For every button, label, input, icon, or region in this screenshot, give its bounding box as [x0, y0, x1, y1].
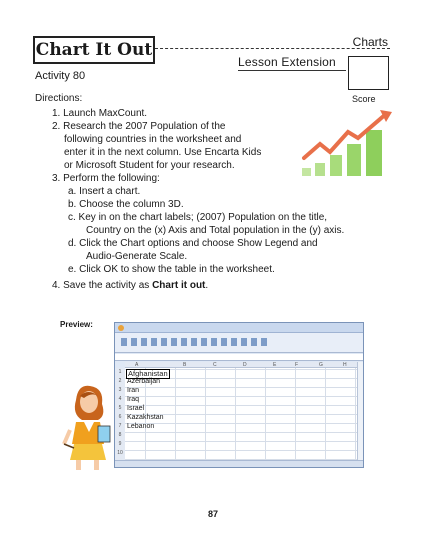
toolbar-icons — [121, 338, 271, 346]
lesson-divider — [238, 70, 346, 71]
spreadsheet-preview: A B C D E F G H 1 2 3 4 5 6 7 8 9 10 Afg… — [114, 322, 364, 468]
country-cell[interactable]: Iran — [127, 387, 139, 395]
step-4-suffix: . — [205, 280, 209, 291]
country-cell[interactable]: Iraq — [127, 396, 139, 404]
teacher-illustration — [62, 385, 111, 470]
window-titlebar — [115, 323, 363, 333]
row-number: 8 — [118, 432, 122, 438]
row-number: 9 — [118, 441, 122, 447]
step-4-filename: Chart it out — [152, 280, 206, 291]
step-3b: b. Choose the column 3D. — [68, 199, 184, 210]
row-number: 4 — [118, 396, 122, 402]
row-number: 3 — [118, 387, 122, 393]
row-number: 7 — [118, 423, 122, 429]
row-number: 1 — [118, 369, 122, 375]
worksheet-grid: 1 2 3 4 5 6 7 8 9 10 Afghanistan Azerbai… — [115, 368, 357, 460]
bar-1 — [302, 168, 311, 176]
lesson-extension-label: Lesson Extension — [238, 55, 336, 69]
step-2-line-3: enter it in the next column. Use Encarta… — [64, 147, 262, 158]
country-cell[interactable]: Kazakhstan — [127, 414, 164, 422]
page-number: 87 — [207, 509, 218, 519]
step-4-prefix: 4. Save the activity as — [52, 280, 153, 291]
step-3c-line-2: Country on the (x) Axis and Total popula… — [86, 225, 345, 236]
step-3: 3. Perform the following: — [52, 173, 160, 184]
vertical-scrollbar[interactable] — [357, 362, 363, 460]
score-box — [348, 56, 389, 90]
step-3a: a. Insert a chart. — [68, 186, 141, 197]
score-label: Score — [352, 94, 376, 104]
step-4: 4. Save the activity as Chart it out. — [52, 280, 208, 293]
subject-label: Charts — [352, 35, 388, 49]
status-bar — [115, 460, 363, 467]
activity-label: Activity 80 — [35, 70, 86, 82]
step-3c-line-1: c. Key in on the chart labels; (2007) Po… — [68, 212, 328, 223]
row-number: 6 — [118, 414, 122, 420]
step-1: 1. Launch MaxCount. — [52, 108, 148, 119]
step-3d-line-1: d. Click the Chart options and choose Sh… — [68, 238, 318, 249]
row-number: 5 — [118, 405, 122, 411]
ribbon-toolbar — [115, 333, 363, 353]
row-number: 10 — [117, 450, 123, 456]
bar-4 — [347, 144, 361, 176]
growth-chart-illustration — [302, 110, 392, 176]
office-button-icon — [118, 325, 124, 331]
formula-bar — [115, 354, 363, 361]
bar-3 — [330, 155, 342, 176]
bar-2 — [315, 163, 325, 176]
row-number: 2 — [118, 378, 122, 384]
step-3e: e. Click OK to show the table in the wor… — [68, 264, 275, 275]
bar-5 — [366, 130, 382, 176]
country-cell[interactable]: Azerbaijan — [127, 378, 160, 386]
step-3d-line-2: Audio-Generate Scale. — [86, 251, 188, 262]
directions-heading: Directions: — [35, 93, 83, 104]
step-2-line-4: or Microsoft Student for your research. — [64, 160, 235, 171]
preview-label: Preview: — [60, 320, 93, 329]
step-2-line-1: 2. Research the 2007 Population of the — [52, 121, 226, 132]
country-cell[interactable]: Lebanon — [127, 423, 154, 431]
step-2-line-2: following countries in the worksheet and — [64, 134, 242, 145]
country-cell[interactable]: Israel — [127, 405, 144, 413]
page-title: Chart It Out — [33, 36, 155, 64]
